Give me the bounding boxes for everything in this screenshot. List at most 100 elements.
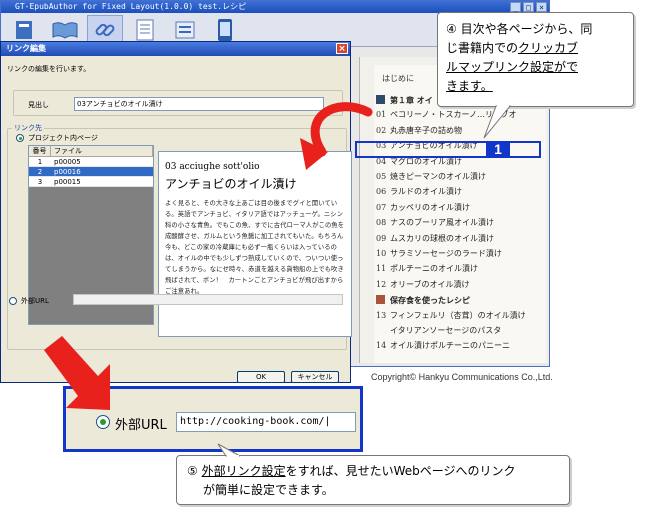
toc-row[interactable]: 05 焼きピーマンのオイル漬け	[374, 170, 546, 184]
page-preview: 03 acciughe sott'olio アンチョビのオイル漬け よく見ると、…	[158, 151, 352, 337]
toc-label: ラルドのオイル漬け	[390, 187, 462, 197]
dialog-description: リンクの編集を行います。	[7, 65, 91, 73]
toc-label: ペコリーノ・トスカーノ…リーブオ	[390, 110, 517, 120]
zoom-url-input[interactable]: http://cooking-book.com/|	[176, 412, 356, 432]
zoom-external-label: 外部URL	[115, 418, 167, 433]
copyright-text: Copyright© Hankyu Communications Co.,Ltd…	[371, 372, 553, 382]
toc-row[interactable]: イタリアンソーセージのパスタ	[374, 324, 546, 338]
heading-label: 見出し	[28, 101, 49, 109]
toc-row[interactable]: 10 サラミソーセージのラード漬け	[374, 247, 546, 261]
toc-number: 14	[376, 341, 387, 351]
column-header-file[interactable]: ファイル	[51, 146, 153, 156]
toc-heading: はじめに	[382, 74, 414, 83]
zoom-external-radio[interactable]	[96, 415, 110, 429]
close-button[interactable]: ×	[536, 2, 547, 12]
callout-clickable-map: ④ 目次や各ページから、同 じ書籍内でのクリッカブ ルマップリンク設定がで きま…	[437, 12, 634, 107]
link-target-group: リンク先 プロジェクト内ページ 番号 ファイル 1 p00005 2 p0001…	[7, 123, 352, 350]
toc-link-highlight[interactable]	[355, 141, 541, 158]
toc-label: 第１章 オイ	[390, 95, 433, 105]
toc-label: 焼きピーマンのオイル漬け	[390, 172, 486, 181]
chapter-marker-icon	[376, 95, 385, 104]
toc-row[interactable]: 12 オリーブのオイル漬け	[374, 278, 546, 292]
preview-number: 03 acciughe sott'olio	[165, 162, 260, 172]
toc-label: 丸赤唐辛子の詰め物	[390, 125, 462, 135]
device-icon[interactable]	[207, 15, 243, 45]
toc-label: オイル漬けポルチーニのパニーニ	[390, 341, 510, 351]
row-file: p00016	[54, 168, 81, 176]
toc-row[interactable]: 08 ナスのブーリア風オイル漬け	[374, 216, 546, 230]
toc-number: 02	[376, 125, 387, 135]
book-icon[interactable]	[7, 15, 43, 45]
toc-row[interactable]: 13 フィンフェルリ（杏茸）のオイル漬け	[374, 309, 546, 323]
link-icon[interactable]	[87, 14, 123, 45]
callout-bottom-line1: ⑤ 外部リンク設定をすれば、見せたいWebページへのリンク	[187, 464, 516, 478]
maximize-button[interactable]: □	[523, 2, 534, 12]
row-file: p00015	[54, 178, 81, 186]
link-number-badge: 1	[486, 141, 510, 158]
preview-body: よく見ると、その大きな上あごは目の後までグイと開いている。英語でアンチョビ、イタ…	[165, 200, 345, 295]
dialog-title: リンク編集	[6, 44, 46, 53]
minimize-button[interactable]: _	[510, 2, 521, 12]
toc-number: 13	[376, 310, 387, 320]
toc-row[interactable]: 06 ラルドのオイル漬け	[374, 185, 546, 199]
dialog-close-button[interactable]: ×	[336, 43, 348, 54]
row-file: p00005	[54, 158, 81, 166]
document-icon[interactable]	[127, 15, 163, 45]
external-url-option[interactable]: 外部URL	[9, 296, 49, 306]
dialog-titlebar: リンク編集 ×	[1, 42, 350, 56]
toc-label: ポルチーニのオイル漬け	[390, 264, 478, 274]
callout-top-line3: ルマップリンク設定がで	[446, 60, 579, 74]
toc-label: フィンフェルリ（杏茸）のオイル漬け	[390, 310, 526, 320]
table-row-selected[interactable]: 2 p00016	[29, 167, 153, 177]
toc-row[interactable]: 01 ペコリーノ・トスカーノ…リーブオ	[374, 108, 546, 122]
callout-top-line4: きます。	[446, 79, 493, 93]
link-edit-dialog: リンク編集 × リンクの編集を行います。 見出し 03アンチョビのオイル漬け リ…	[0, 41, 352, 383]
external-url-radio[interactable]	[9, 297, 17, 305]
row-number: 2	[37, 168, 43, 176]
toc-label: カッペリのオイル漬け	[390, 202, 470, 212]
app-title: GT-EpubAuthor for Fixed Layout(1.0.0) te…	[15, 2, 247, 11]
cancel-button[interactable]: キャンセル	[291, 371, 339, 383]
toc-number: 08	[376, 218, 387, 228]
external-url-label: 外部URL	[21, 297, 49, 305]
toc-number: 01	[376, 110, 387, 120]
open-book-icon[interactable]	[47, 15, 83, 45]
callout-top-line1: ④ 目次や各ページから、同	[446, 22, 593, 36]
internal-page-label: プロジェクト内ページ	[28, 134, 98, 142]
heading-group: 見出し 03アンチョビのオイル漬け	[13, 90, 343, 116]
chapter-marker-icon	[376, 295, 385, 305]
toc-row[interactable]: 02 丸赤唐辛子の詰め物	[374, 124, 546, 138]
toc-number: 05	[376, 172, 387, 181]
ok-button[interactable]: OK	[237, 371, 285, 383]
callout-bottom-line2: が簡単に設定できます。	[203, 483, 334, 497]
external-url-zoom: 外部URL http://cooking-book.com/|	[63, 386, 363, 452]
table-header: 番号 ファイル	[29, 146, 153, 157]
row-number: 3	[37, 178, 43, 186]
toc-label: ナスのブーリア風オイル漬け	[390, 218, 494, 228]
toc-label: ムスカリの球根のオイル漬け	[390, 233, 494, 243]
table-row[interactable]: 1 p00005	[29, 157, 153, 167]
list-icon[interactable]	[167, 15, 203, 45]
table-row[interactable]: 3 p00015	[29, 177, 153, 187]
column-header-number[interactable]: 番号	[29, 146, 51, 156]
external-url-input[interactable]	[73, 294, 343, 305]
heading-input[interactable]: 03アンチョビのオイル漬け	[74, 97, 324, 111]
toc-number: 07	[376, 202, 387, 212]
callout-top-line2: じ書籍内でのクリッカブ	[446, 41, 579, 55]
toc-number: 12	[376, 279, 387, 289]
toc-page: はじめに 第１章 オイ 01 ペコリーノ・トスカーノ…リーブオ 02 丸赤唐辛子の詰め物…	[374, 65, 546, 363]
toc-chapter-row[interactable]: 保存食を使ったレシピ	[374, 293, 546, 307]
toc-row[interactable]: 14 オイル漬けポルチーニのパニーニ	[374, 339, 546, 353]
internal-page-radio[interactable]	[16, 134, 24, 142]
toc-label: オリーブのオイル漬け	[390, 279, 470, 289]
toc-row[interactable]: 11 ポルチーニのオイル漬け	[374, 262, 546, 276]
internal-page-option[interactable]: プロジェクト内ページ	[16, 133, 98, 143]
toc-number: 11	[376, 264, 387, 274]
toc-label: 保存食を使ったレシピ	[390, 295, 470, 306]
toc-number: 06	[376, 187, 387, 197]
row-number: 1	[37, 158, 43, 166]
link-target-label: リンク先	[12, 123, 44, 133]
preview-title: アンチョビのオイル漬け	[165, 177, 297, 191]
toc-row[interactable]: 09 ムスカリの球根のオイル漬け	[374, 232, 546, 246]
toc-row[interactable]: 07 カッペリのオイル漬け	[374, 201, 546, 215]
